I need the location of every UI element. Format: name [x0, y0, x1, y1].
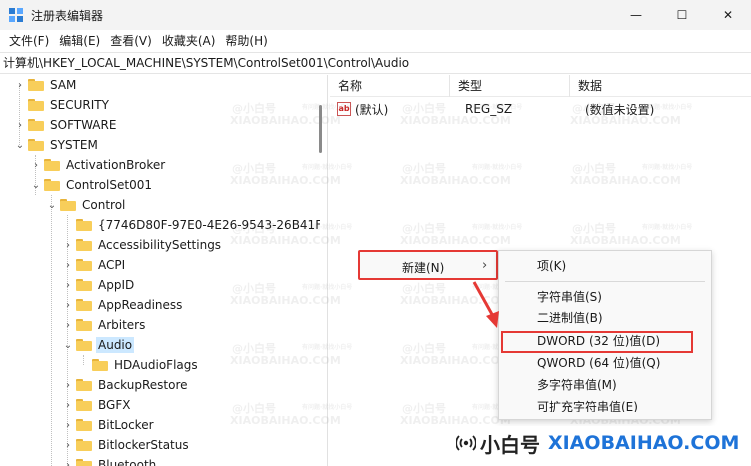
annotation-arrow: [472, 281, 499, 328]
brand-footer: 小白号 XIAOBAIHAO.COM: [0, 426, 751, 466]
sound-wave-logo-icon: [456, 435, 476, 451]
brand-name-en: XIAOBAIHAO.COM: [548, 432, 740, 454]
brand-name-cn: 小白号: [480, 432, 540, 457]
